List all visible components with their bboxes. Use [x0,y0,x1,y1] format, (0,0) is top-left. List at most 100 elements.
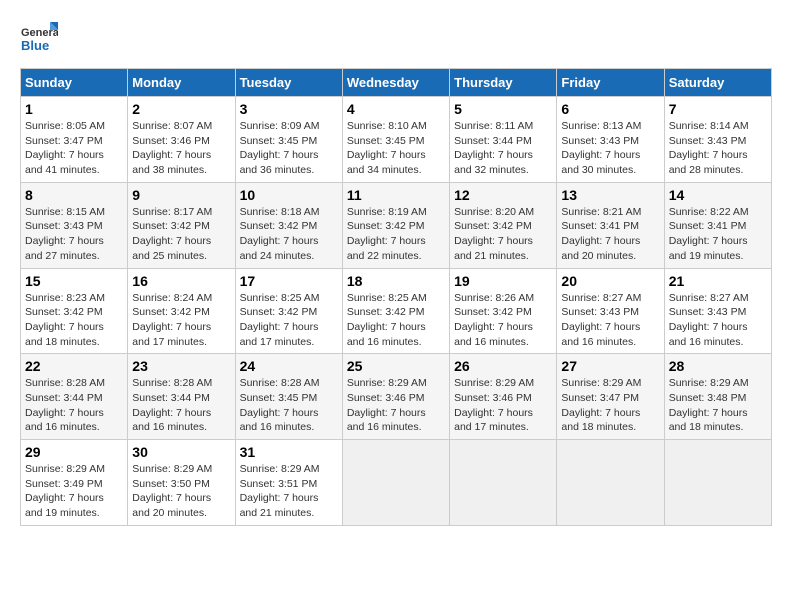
day-number: 16 [132,273,230,289]
col-header-sunday: Sunday [21,69,128,97]
day-number: 29 [25,444,123,460]
day-number: 1 [25,101,123,117]
calendar-cell: 2 Sunrise: 8:07 AM Sunset: 3:46 PM Dayli… [128,97,235,183]
calendar-cell: 27 Sunrise: 8:29 AM Sunset: 3:47 PM Dayl… [557,354,664,440]
calendar-header-row: SundayMondayTuesdayWednesdayThursdayFrid… [21,69,772,97]
day-info: Sunrise: 8:23 AM Sunset: 3:42 PM Dayligh… [25,291,123,350]
calendar-cell: 24 Sunrise: 8:28 AM Sunset: 3:45 PM Dayl… [235,354,342,440]
calendar-cell: 19 Sunrise: 8:26 AM Sunset: 3:42 PM Dayl… [450,268,557,354]
calendar-cell: 12 Sunrise: 8:20 AM Sunset: 3:42 PM Dayl… [450,182,557,268]
calendar-cell: 16 Sunrise: 8:24 AM Sunset: 3:42 PM Dayl… [128,268,235,354]
day-info: Sunrise: 8:09 AM Sunset: 3:45 PM Dayligh… [240,119,338,178]
day-number: 17 [240,273,338,289]
calendar-week-5: 29 Sunrise: 8:29 AM Sunset: 3:49 PM Dayl… [21,440,772,526]
day-info: Sunrise: 8:27 AM Sunset: 3:43 PM Dayligh… [561,291,659,350]
calendar-cell: 30 Sunrise: 8:29 AM Sunset: 3:50 PM Dayl… [128,440,235,526]
col-header-friday: Friday [557,69,664,97]
day-number: 9 [132,187,230,203]
day-number: 10 [240,187,338,203]
day-number: 18 [347,273,445,289]
calendar-cell: 22 Sunrise: 8:28 AM Sunset: 3:44 PM Dayl… [21,354,128,440]
logo-svg: General Blue [20,20,58,58]
calendar-week-3: 15 Sunrise: 8:23 AM Sunset: 3:42 PM Dayl… [21,268,772,354]
calendar-cell: 6 Sunrise: 8:13 AM Sunset: 3:43 PM Dayli… [557,97,664,183]
calendar-cell [342,440,449,526]
calendar-cell: 11 Sunrise: 8:19 AM Sunset: 3:42 PM Dayl… [342,182,449,268]
day-info: Sunrise: 8:29 AM Sunset: 3:46 PM Dayligh… [347,376,445,435]
calendar-week-2: 8 Sunrise: 8:15 AM Sunset: 3:43 PM Dayli… [21,182,772,268]
calendar-cell: 28 Sunrise: 8:29 AM Sunset: 3:48 PM Dayl… [664,354,771,440]
day-info: Sunrise: 8:25 AM Sunset: 3:42 PM Dayligh… [240,291,338,350]
day-number: 26 [454,358,552,374]
day-info: Sunrise: 8:17 AM Sunset: 3:42 PM Dayligh… [132,205,230,264]
day-info: Sunrise: 8:29 AM Sunset: 3:49 PM Dayligh… [25,462,123,521]
calendar-cell: 23 Sunrise: 8:28 AM Sunset: 3:44 PM Dayl… [128,354,235,440]
day-number: 31 [240,444,338,460]
day-number: 19 [454,273,552,289]
calendar-week-4: 22 Sunrise: 8:28 AM Sunset: 3:44 PM Dayl… [21,354,772,440]
day-info: Sunrise: 8:10 AM Sunset: 3:45 PM Dayligh… [347,119,445,178]
calendar-cell: 20 Sunrise: 8:27 AM Sunset: 3:43 PM Dayl… [557,268,664,354]
day-number: 20 [561,273,659,289]
calendar-cell: 3 Sunrise: 8:09 AM Sunset: 3:45 PM Dayli… [235,97,342,183]
logo: General Blue [20,20,58,58]
day-number: 12 [454,187,552,203]
day-number: 2 [132,101,230,117]
calendar-cell: 18 Sunrise: 8:25 AM Sunset: 3:42 PM Dayl… [342,268,449,354]
day-info: Sunrise: 8:29 AM Sunset: 3:46 PM Dayligh… [454,376,552,435]
day-number: 14 [669,187,767,203]
day-info: Sunrise: 8:26 AM Sunset: 3:42 PM Dayligh… [454,291,552,350]
day-number: 23 [132,358,230,374]
col-header-wednesday: Wednesday [342,69,449,97]
day-number: 24 [240,358,338,374]
day-number: 30 [132,444,230,460]
calendar-cell: 17 Sunrise: 8:25 AM Sunset: 3:42 PM Dayl… [235,268,342,354]
calendar-cell: 14 Sunrise: 8:22 AM Sunset: 3:41 PM Dayl… [664,182,771,268]
calendar-cell: 8 Sunrise: 8:15 AM Sunset: 3:43 PM Dayli… [21,182,128,268]
col-header-monday: Monday [128,69,235,97]
calendar-cell: 31 Sunrise: 8:29 AM Sunset: 3:51 PM Dayl… [235,440,342,526]
day-info: Sunrise: 8:19 AM Sunset: 3:42 PM Dayligh… [347,205,445,264]
day-number: 25 [347,358,445,374]
calendar-cell: 29 Sunrise: 8:29 AM Sunset: 3:49 PM Dayl… [21,440,128,526]
day-number: 28 [669,358,767,374]
calendar-cell: 13 Sunrise: 8:21 AM Sunset: 3:41 PM Dayl… [557,182,664,268]
calendar-cell: 26 Sunrise: 8:29 AM Sunset: 3:46 PM Dayl… [450,354,557,440]
calendar-cell: 5 Sunrise: 8:11 AM Sunset: 3:44 PM Dayli… [450,97,557,183]
day-info: Sunrise: 8:22 AM Sunset: 3:41 PM Dayligh… [669,205,767,264]
col-header-saturday: Saturday [664,69,771,97]
day-number: 22 [25,358,123,374]
day-info: Sunrise: 8:29 AM Sunset: 3:48 PM Dayligh… [669,376,767,435]
day-info: Sunrise: 8:07 AM Sunset: 3:46 PM Dayligh… [132,119,230,178]
calendar-cell: 15 Sunrise: 8:23 AM Sunset: 3:42 PM Dayl… [21,268,128,354]
day-info: Sunrise: 8:25 AM Sunset: 3:42 PM Dayligh… [347,291,445,350]
day-info: Sunrise: 8:15 AM Sunset: 3:43 PM Dayligh… [25,205,123,264]
page-header: General Blue [20,20,772,58]
day-info: Sunrise: 8:05 AM Sunset: 3:47 PM Dayligh… [25,119,123,178]
day-number: 27 [561,358,659,374]
day-info: Sunrise: 8:28 AM Sunset: 3:44 PM Dayligh… [132,376,230,435]
day-info: Sunrise: 8:29 AM Sunset: 3:51 PM Dayligh… [240,462,338,521]
day-number: 15 [25,273,123,289]
calendar-cell: 7 Sunrise: 8:14 AM Sunset: 3:43 PM Dayli… [664,97,771,183]
day-info: Sunrise: 8:13 AM Sunset: 3:43 PM Dayligh… [561,119,659,178]
svg-text:Blue: Blue [21,38,49,53]
calendar-cell: 10 Sunrise: 8:18 AM Sunset: 3:42 PM Dayl… [235,182,342,268]
calendar-cell: 9 Sunrise: 8:17 AM Sunset: 3:42 PM Dayli… [128,182,235,268]
day-number: 4 [347,101,445,117]
day-info: Sunrise: 8:18 AM Sunset: 3:42 PM Dayligh… [240,205,338,264]
day-number: 21 [669,273,767,289]
day-info: Sunrise: 8:14 AM Sunset: 3:43 PM Dayligh… [669,119,767,178]
col-header-thursday: Thursday [450,69,557,97]
day-info: Sunrise: 8:21 AM Sunset: 3:41 PM Dayligh… [561,205,659,264]
day-info: Sunrise: 8:11 AM Sunset: 3:44 PM Dayligh… [454,119,552,178]
day-number: 7 [669,101,767,117]
calendar-week-1: 1 Sunrise: 8:05 AM Sunset: 3:47 PM Dayli… [21,97,772,183]
col-header-tuesday: Tuesday [235,69,342,97]
calendar-cell [664,440,771,526]
day-info: Sunrise: 8:29 AM Sunset: 3:47 PM Dayligh… [561,376,659,435]
day-info: Sunrise: 8:24 AM Sunset: 3:42 PM Dayligh… [132,291,230,350]
day-number: 6 [561,101,659,117]
day-number: 8 [25,187,123,203]
day-info: Sunrise: 8:28 AM Sunset: 3:44 PM Dayligh… [25,376,123,435]
